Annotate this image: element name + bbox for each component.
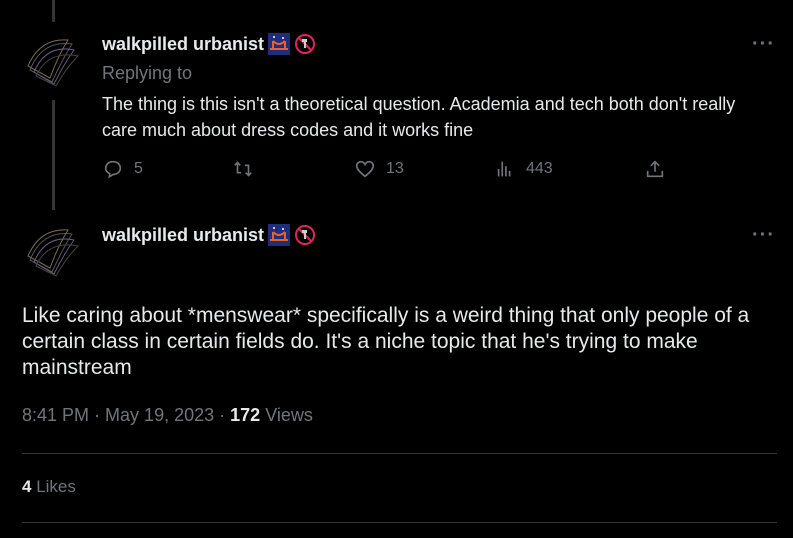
reply-icon	[104, 160, 122, 179]
share-icon	[646, 160, 664, 178]
main-tweet-text: Like caring about *menswear* specificall…	[22, 304, 750, 379]
avatar[interactable]	[22, 220, 84, 282]
view-count: 443	[526, 160, 553, 177]
likes-count: 4	[22, 477, 32, 496]
views-button[interactable]: 443	[494, 158, 553, 180]
views-label: Views	[265, 405, 313, 425]
meta-separator: ·	[89, 405, 106, 425]
reply-tweet-text: The thing is this isn't a theoretical qu…	[102, 94, 736, 140]
meta-separator: ·	[214, 405, 231, 425]
reply-count: 5	[134, 160, 143, 177]
author-name-row[interactable]: walkpilled urbanist	[102, 33, 316, 55]
author-name[interactable]: walkpilled urbanist	[102, 34, 264, 55]
like-count: 13	[386, 160, 404, 177]
more-options-icon[interactable]: ···	[752, 224, 775, 247]
tweet-time[interactable]: 8:41 PM	[22, 405, 89, 425]
thread-line-middle	[52, 100, 55, 210]
likes-label: Likes	[36, 477, 76, 496]
like-button[interactable]: 13	[354, 158, 404, 180]
bridge-night-icon	[268, 224, 291, 246]
retweet-icon	[234, 161, 252, 177]
heart-icon	[355, 160, 375, 178]
views-count: 172	[230, 405, 261, 425]
retweet-button[interactable]	[232, 158, 264, 180]
reply-button[interactable]: 5	[102, 158, 143, 180]
more-options-icon[interactable]: ···	[752, 33, 775, 56]
author-name-row[interactable]: walkpilled urbanist	[102, 224, 316, 246]
reply-tweet-actions: 5 13 443	[102, 158, 682, 190]
tweet-date[interactable]: May 19, 2023	[105, 405, 214, 425]
likes-link[interactable]: 4 Likes	[22, 477, 76, 497]
bridge-night-icon	[268, 33, 291, 55]
tweet-meta: 8:41 PM · May 19, 2023 · 172 Views	[22, 405, 313, 426]
divider	[22, 522, 777, 523]
replying-to-label: Replying to	[102, 63, 193, 83]
views-chart-icon	[497, 161, 511, 177]
divider	[22, 453, 777, 454]
no-drinking-water-icon	[294, 224, 316, 246]
share-button[interactable]	[644, 158, 666, 180]
avatar[interactable]	[22, 30, 84, 92]
no-drinking-water-icon	[294, 33, 316, 55]
author-name[interactable]: walkpilled urbanist	[102, 225, 264, 246]
thread-line-top	[52, 0, 55, 22]
